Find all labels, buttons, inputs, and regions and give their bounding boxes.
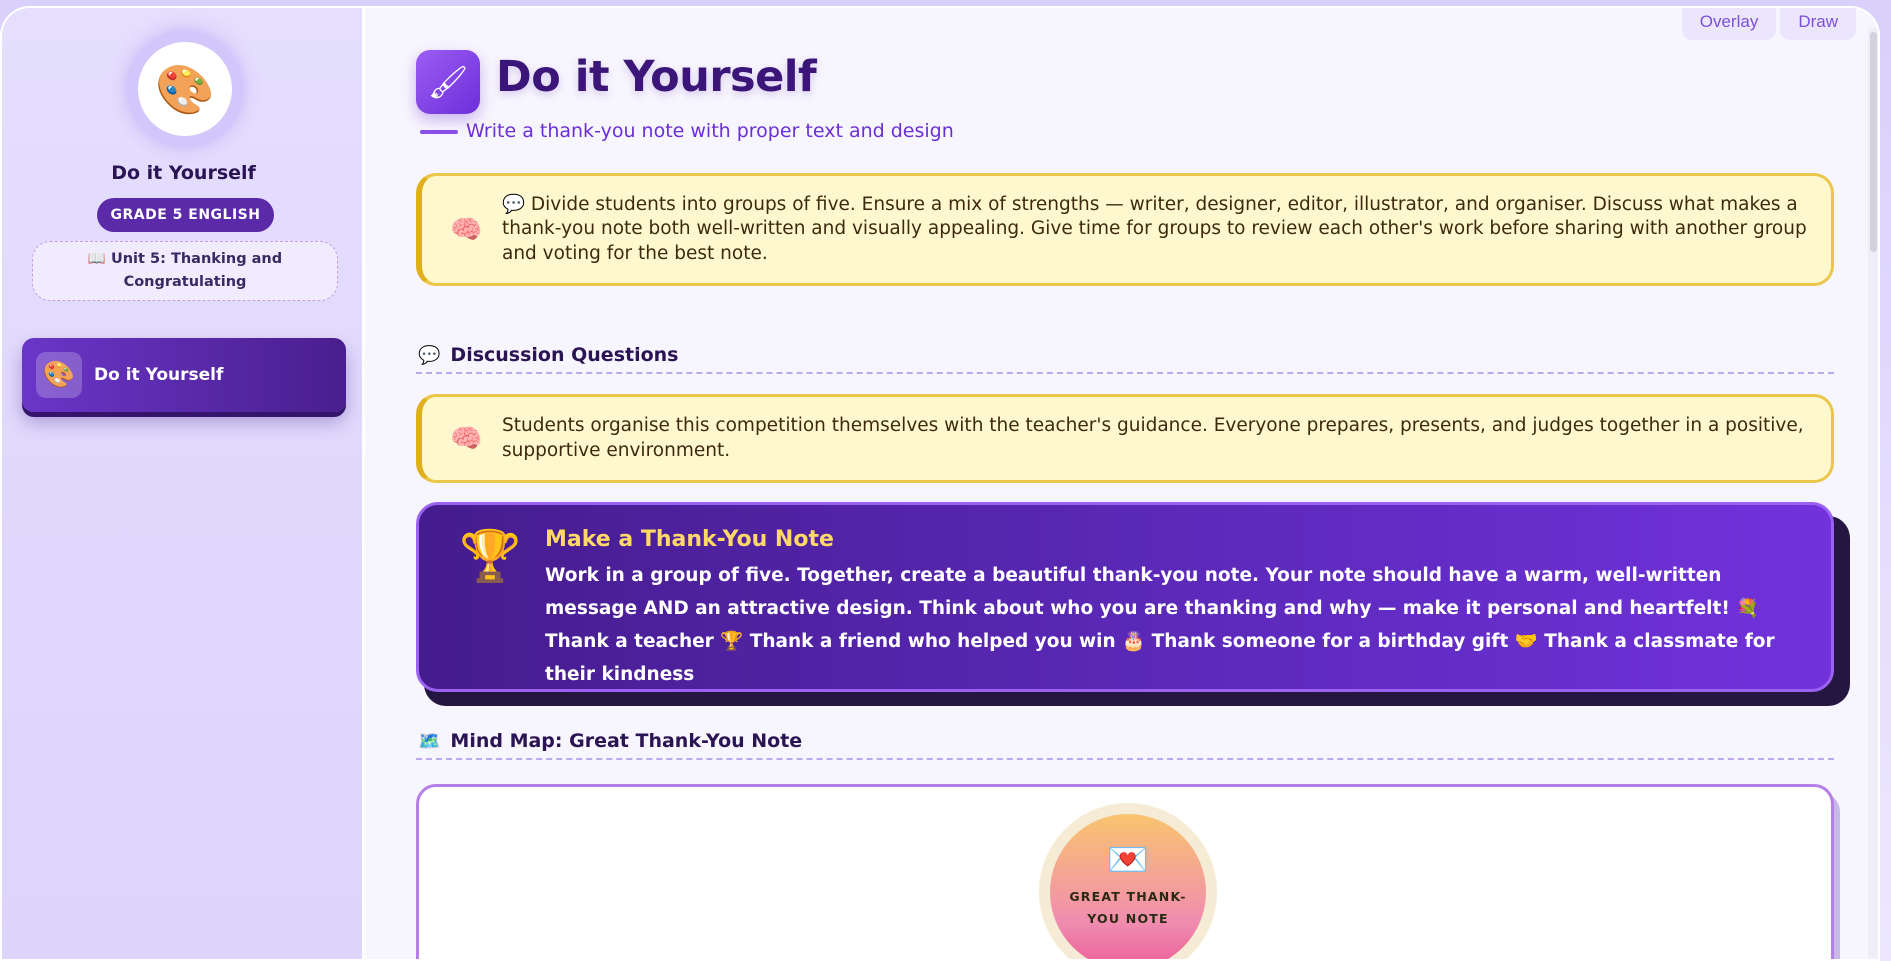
mindmap-center-node[interactable]: 💌 GREAT THANK-YOU NOTE: [1039, 803, 1217, 959]
palette-icon: 🎨: [36, 352, 82, 398]
grade-badge: GRADE 5 ENGLISH: [97, 198, 274, 232]
brain-icon: 🧠: [450, 423, 483, 454]
paintbrush-icon: 🖌: [416, 50, 480, 114]
map-icon: 🗺️: [418, 730, 441, 752]
page-subtitle: Write a thank-you note with proper text …: [466, 120, 954, 142]
scrollbar-thumb[interactable]: [1870, 32, 1877, 252]
challenge-card: 🏆 Make a Thank-You Note Work in a group …: [416, 502, 1834, 692]
teacher-note-text: 💬 Divide students into groups of five. E…: [502, 193, 1807, 264]
mindmap-center-label: GREAT THANK-YOU NOTE: [1069, 888, 1187, 927]
trophy-icon: 🏆: [459, 527, 522, 585]
teacher-note: 🧠 Students organise this competition the…: [416, 394, 1834, 483]
mindmap-center: 💌 GREAT THANK-YOU NOTE: [1050, 814, 1206, 959]
tab-overlay[interactable]: Overlay: [1681, 8, 1777, 40]
page-title: Do it Yourself: [496, 52, 817, 102]
subtitle-accent: [420, 130, 458, 134]
unit-label: 📖 Unit 5: Thanking and Congratulating: [32, 241, 338, 301]
brain-icon: 🧠: [450, 214, 483, 245]
challenge-text: Work in a group of five. Together, creat…: [545, 565, 1775, 685]
teacher-note-text: Students organise this competition thems…: [502, 415, 1804, 461]
section-header-mindmap: 🗺️ Mind Map: Great Thank-You Note: [416, 724, 1834, 760]
main-content: 🖌 Do it Yourself Write a thank-you note …: [414, 8, 1850, 959]
sidebar-item-label: Do it Yourself: [94, 365, 224, 385]
palette-icon: 🎨: [138, 42, 232, 136]
teacher-note: 🧠 💬 Divide students into groups of five.…: [416, 173, 1834, 286]
speech-bubble-icon: 💬: [418, 344, 441, 366]
tab-draw[interactable]: Draw: [1780, 8, 1856, 40]
section-title: Mind Map: Great Thank-You Note: [450, 730, 803, 752]
sidebar: 🎨 Do it Yourself GRADE 5 ENGLISH 📖 Unit …: [2, 8, 365, 959]
challenge-title: Make a Thank-You Note: [545, 527, 834, 552]
avatar: 🎨: [128, 32, 242, 146]
top-tabs: Overlay Draw: [1681, 8, 1856, 40]
section-header-discussion: 💬 Discussion Questions: [416, 338, 1834, 374]
mindmap-card: 💌 GREAT THANK-YOU NOTE: [416, 784, 1834, 959]
love-letter-icon: 💌: [1106, 839, 1150, 880]
section-title: Discussion Questions: [450, 344, 679, 366]
sidebar-title: Do it Yourself: [111, 162, 256, 184]
sidebar-item-do-it-yourself[interactable]: 🎨 Do it Yourself: [22, 338, 346, 412]
app-frame: 🎨 Do it Yourself GRADE 5 ENGLISH 📖 Unit …: [0, 6, 1880, 961]
